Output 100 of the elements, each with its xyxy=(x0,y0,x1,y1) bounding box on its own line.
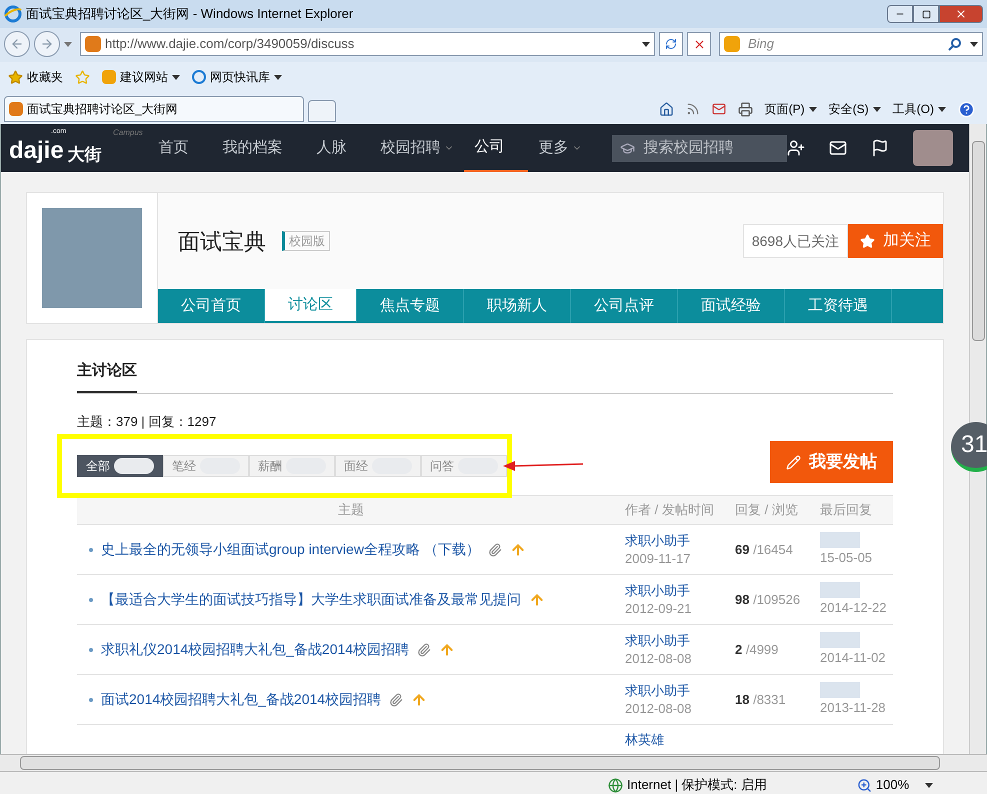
follower-count: 8698人已关注 xyxy=(742,224,848,258)
last-reply-date: 2013-11-28 xyxy=(820,698,886,717)
zoom-level[interactable]: 100% xyxy=(876,775,934,794)
reply-count: 2 xyxy=(735,642,742,657)
company-tab[interactable]: 焦点专题 xyxy=(357,289,464,323)
maximize-icon xyxy=(922,10,930,18)
nav-item[interactable]: 更多 xyxy=(528,124,592,172)
maximize-button[interactable] xyxy=(913,5,939,23)
site-logo[interactable]: dajie xyxy=(9,139,64,163)
edition-badge: 校园版 xyxy=(282,231,330,251)
avatar xyxy=(913,130,953,166)
company-name: 面试宝典 xyxy=(178,228,266,256)
print-icon[interactable] xyxy=(738,102,753,116)
author-link[interactable]: 求职小助手 xyxy=(625,632,735,650)
search-field[interactable]: 搜索校园招聘 xyxy=(612,134,787,162)
filter-tab[interactable]: 全部 xyxy=(77,455,163,477)
refresh-button[interactable] xyxy=(659,32,683,56)
search-icon xyxy=(948,37,962,51)
mail-icon[interactable] xyxy=(829,139,847,157)
nav-item[interactable]: 公司 xyxy=(464,124,528,172)
star-icon xyxy=(8,70,23,84)
view-count: /109526 xyxy=(753,592,800,607)
stop-button[interactable] xyxy=(687,32,711,56)
star-outline-icon xyxy=(75,70,90,84)
address-field[interactable]: http://www.dajie.com/corp/3490059/discuss xyxy=(80,32,655,56)
favorites-item[interactable]: 建议网站 xyxy=(102,68,180,86)
help-icon[interactable] xyxy=(958,100,975,118)
minimize-button[interactable] xyxy=(887,5,913,23)
blurred-count xyxy=(114,458,154,474)
topic-link[interactable]: 史上最全的无领导小组面试group interview全程攻略 （下载） xyxy=(101,539,480,560)
page-icon xyxy=(192,70,206,84)
bullet-icon xyxy=(89,598,93,602)
star-icon xyxy=(860,234,875,248)
add-contact-icon[interactable] xyxy=(787,139,805,157)
avatar xyxy=(820,582,860,598)
column-header: 主题 xyxy=(337,501,365,520)
nav-item[interactable]: 我的档案 xyxy=(212,124,306,172)
post-date: 2012-08-08 xyxy=(625,700,692,718)
author-link[interactable]: 求职小助手 xyxy=(625,682,735,700)
command-menu[interactable]: 工具(O) xyxy=(892,100,946,118)
favorites-item[interactable]: 网页快讯库 xyxy=(192,68,282,86)
column-header: 作者 / 发帖时间 xyxy=(625,501,715,520)
favorites-item[interactable]: 收藏夹 xyxy=(8,68,63,86)
company-tab[interactable]: 职场新人 xyxy=(464,289,571,323)
search-engine-icon xyxy=(724,36,740,52)
company-tab[interactable]: 工资待遇 xyxy=(785,289,892,323)
view-count: /8331 xyxy=(753,692,786,707)
logo-tag: Campus xyxy=(113,127,143,139)
zoom-icon xyxy=(856,778,872,792)
caret-icon xyxy=(172,74,180,80)
author-link[interactable]: 求职小助手 xyxy=(625,532,735,550)
search-field[interactable]: Bing xyxy=(719,32,983,56)
stop-icon xyxy=(692,38,706,50)
post-date: 2012-09-21 xyxy=(625,600,692,618)
home-icon[interactable] xyxy=(658,102,674,116)
flag-icon[interactable] xyxy=(871,139,889,157)
close-button[interactable] xyxy=(939,5,983,23)
logo-chinese-name: 大街 xyxy=(68,146,102,163)
author-link[interactable]: 林英雄 xyxy=(625,731,735,749)
nav-item[interactable]: 人脉 xyxy=(306,124,370,172)
site-icon xyxy=(85,36,101,52)
last-reply-date: 2014-12-22 xyxy=(820,598,886,617)
company-tab[interactable]: 讨论区 xyxy=(265,289,357,323)
bullet-icon xyxy=(89,648,93,652)
topic-link[interactable]: 面试2014校园招聘大礼包_备战2014校园招聘 xyxy=(101,689,382,710)
post-date: 2009-11-17 xyxy=(625,550,692,568)
security-zone: Internet | 保护模式: 启用 xyxy=(627,776,767,794)
command-menu[interactable]: 安全(S) xyxy=(828,100,881,118)
author-link[interactable]: 求职小助手 xyxy=(625,582,735,600)
pencil-icon xyxy=(786,454,801,470)
caret-icon xyxy=(938,106,946,112)
bullet-icon xyxy=(89,698,93,702)
feed-icon[interactable] xyxy=(686,102,700,116)
post-date: 2012-08-08 xyxy=(625,650,692,668)
nav-item[interactable]: 首页 xyxy=(148,124,212,172)
refresh-icon xyxy=(665,38,677,50)
caret-icon xyxy=(872,106,881,112)
reply-count: 98 xyxy=(735,592,750,607)
browser-tab[interactable]: 面试宝典招聘讨论区_大街网 xyxy=(4,96,304,122)
company-tab[interactable]: 公司点评 xyxy=(571,289,678,323)
forward-button[interactable] xyxy=(34,31,60,57)
last-reply-date: 15-05-05 xyxy=(820,548,872,567)
caret-icon xyxy=(808,106,817,112)
avatar xyxy=(820,632,860,648)
topic-link[interactable]: 求职礼仪2014校园招聘大礼包_备战2014校园招聘 xyxy=(101,639,410,660)
globe-icon xyxy=(608,778,623,792)
company-tab[interactable]: 面试经验 xyxy=(678,289,785,323)
back-button[interactable] xyxy=(4,31,30,57)
site-icon xyxy=(9,102,23,116)
command-menu[interactable]: 页面(P) xyxy=(764,100,817,118)
horizontal-scrollbar[interactable] xyxy=(0,754,987,772)
nav-item[interactable]: 校园招聘 xyxy=(370,124,464,172)
section-title: 主讨论区 xyxy=(77,360,137,392)
topic-link[interactable]: 【最适合大学生的面试技巧指导】大学生求职面试准备及最常见提问 xyxy=(101,589,521,610)
column-header: 回复 / 浏览 xyxy=(735,501,799,520)
reply-count: 69 xyxy=(735,542,750,557)
side-widget[interactable]: 31 xyxy=(951,422,987,472)
close-icon xyxy=(955,8,967,20)
new-tab-button[interactable] xyxy=(308,100,336,122)
forum-stats: 主题：379 | 回复：1297 xyxy=(77,412,218,431)
